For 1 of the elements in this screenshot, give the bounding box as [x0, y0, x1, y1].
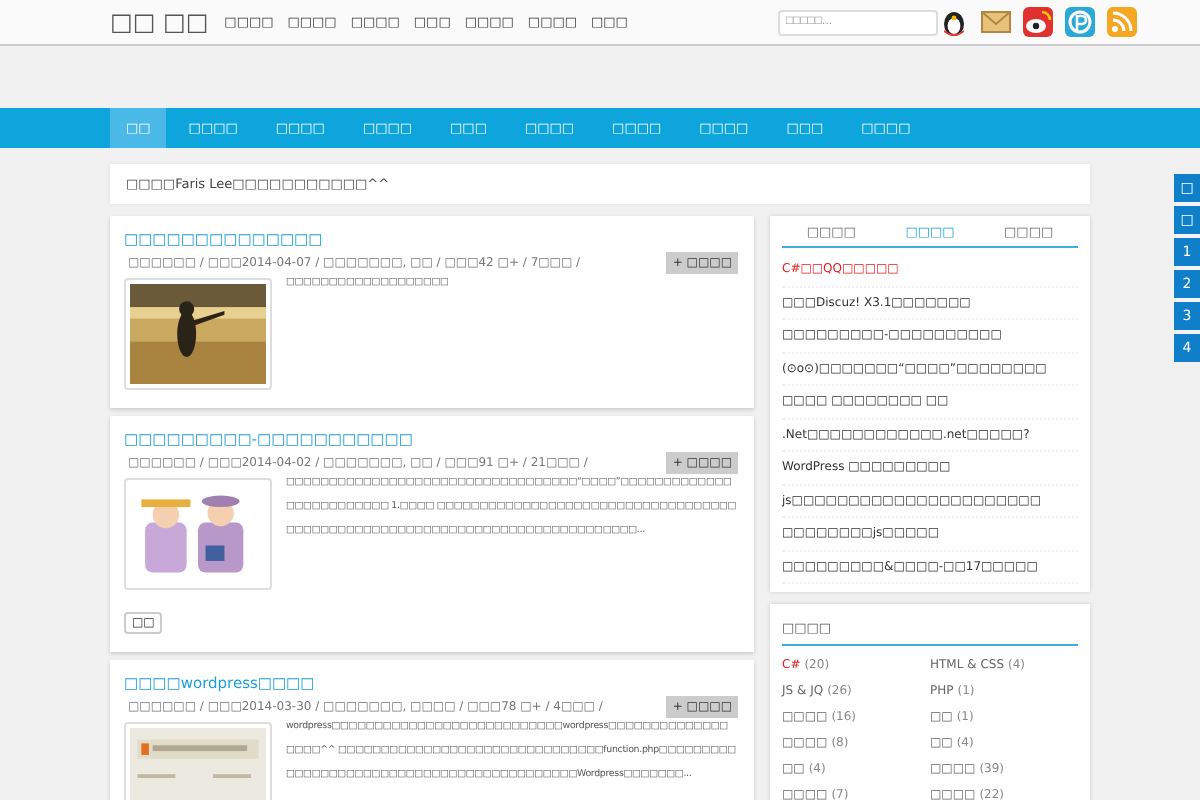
site-logo[interactable]: □□ □□	[110, 8, 209, 36]
